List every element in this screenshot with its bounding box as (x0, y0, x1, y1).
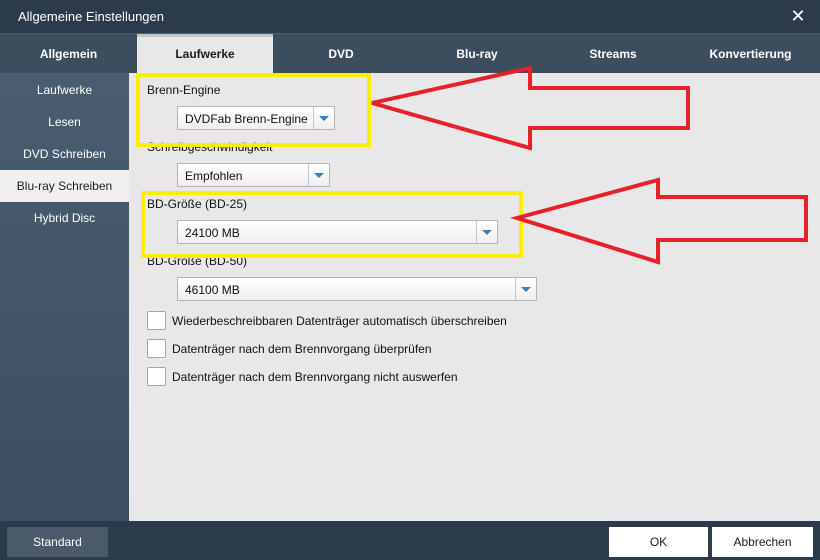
close-icon[interactable]: ✕ (788, 5, 808, 27)
no-eject-option[interactable]: Datenträger nach dem Brennvorgang nicht … (147, 367, 487, 387)
footer-bar: Standard OK Abbrechen (0, 521, 820, 560)
no-eject-label: Datenträger nach dem Brennvorgang nicht … (172, 370, 458, 384)
speed-value: Empfohlen (185, 169, 243, 183)
tab-blu-ray[interactable]: Blu-ray (409, 34, 545, 74)
tab-bar: Allgemein Laufwerke DVD Blu-ray Streams … (0, 33, 820, 74)
tab-konvertierung[interactable]: Konvertierung (681, 34, 820, 74)
tab-dvd[interactable]: DVD (273, 34, 409, 74)
title-bar: Allgemeine Einstellungen ✕ (0, 0, 820, 33)
bd50-value: 46100 MB (185, 283, 240, 297)
sidebar-item-dvd-schreiben[interactable]: DVD Schreiben (0, 138, 129, 170)
sidebar-item-laufwerke[interactable]: Laufwerke (0, 74, 129, 106)
chevron-down-icon (308, 164, 329, 186)
verify-label: Datenträger nach dem Brennvorgang überpr… (172, 342, 432, 356)
sidebar: Laufwerke Lesen DVD Schreiben Blu-ray Sc… (0, 73, 129, 521)
standard-button[interactable]: Standard (7, 527, 108, 557)
bd25-highlight-box (141, 191, 523, 258)
no-eject-checkbox[interactable] (147, 367, 166, 386)
bd50-dropdown[interactable]: 46100 MB (177, 277, 537, 301)
sidebar-item-lesen[interactable]: Lesen (0, 106, 129, 138)
cancel-button[interactable]: Abbrechen (712, 527, 813, 557)
auto-overwrite-label: Wiederbeschreibbaren Datenträger automat… (172, 314, 507, 328)
engine-highlight-box (136, 73, 371, 147)
auto-overwrite-option[interactable]: Wiederbeschreibbaren Datenträger automat… (147, 311, 547, 331)
ok-button[interactable]: OK (609, 527, 708, 557)
tab-laufwerke[interactable]: Laufwerke (137, 34, 273, 74)
verify-option[interactable]: Datenträger nach dem Brennvorgang überpr… (147, 339, 467, 359)
tab-streams[interactable]: Streams (545, 34, 681, 74)
tab-allgemein[interactable]: Allgemein (0, 34, 137, 74)
sidebar-item-hybrid-disc[interactable]: Hybrid Disc (0, 202, 129, 234)
chevron-down-icon (515, 278, 536, 300)
auto-overwrite-checkbox[interactable] (147, 311, 166, 330)
verify-checkbox[interactable] (147, 339, 166, 358)
sidebar-item-blu-ray-schreiben[interactable]: Blu-ray Schreiben (0, 170, 129, 202)
speed-dropdown[interactable]: Empfohlen (177, 163, 330, 187)
window-title: Allgemeine Einstellungen (18, 9, 164, 24)
